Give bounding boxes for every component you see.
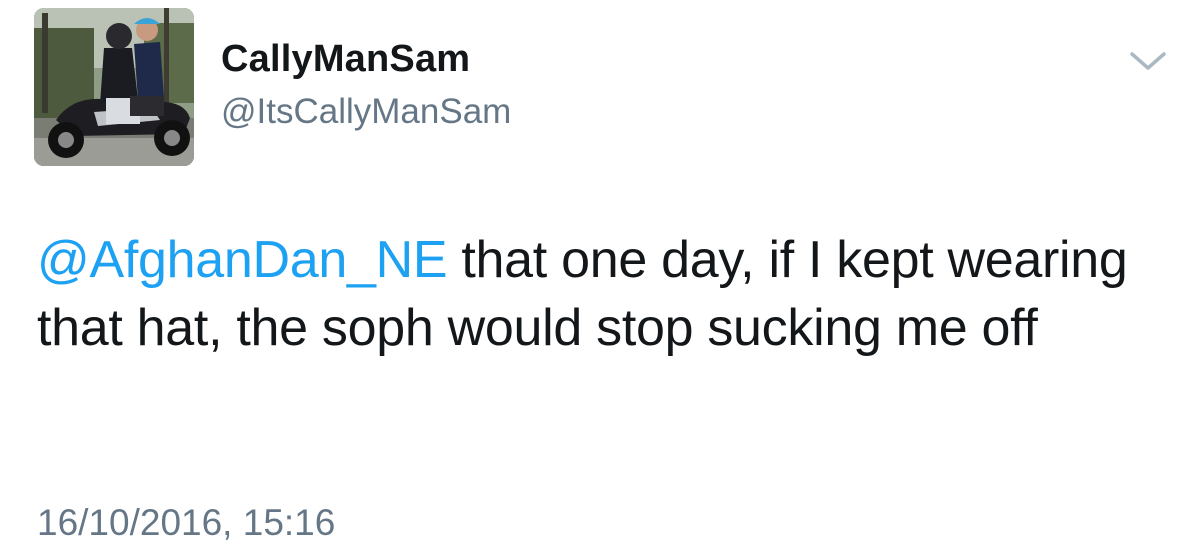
display-name[interactable]: CallyManSam	[221, 38, 470, 81]
tweet-card: CallyManSam @ItsCallyManSam @AfghanDan_N…	[0, 0, 1200, 544]
tweet-timestamp[interactable]: 16/10/2016, 15:16	[37, 502, 335, 544]
user-handle[interactable]: @ItsCallyManSam	[221, 92, 511, 132]
mention-link[interactable]: @AfghanDan_NE	[37, 231, 448, 289]
chevron-down-icon[interactable]	[1128, 46, 1168, 76]
avatar[interactable]	[34, 8, 194, 166]
tweet-text: @AfghanDan_NE that one day, if I kept we…	[37, 226, 1157, 362]
avatar-photo	[34, 8, 194, 166]
